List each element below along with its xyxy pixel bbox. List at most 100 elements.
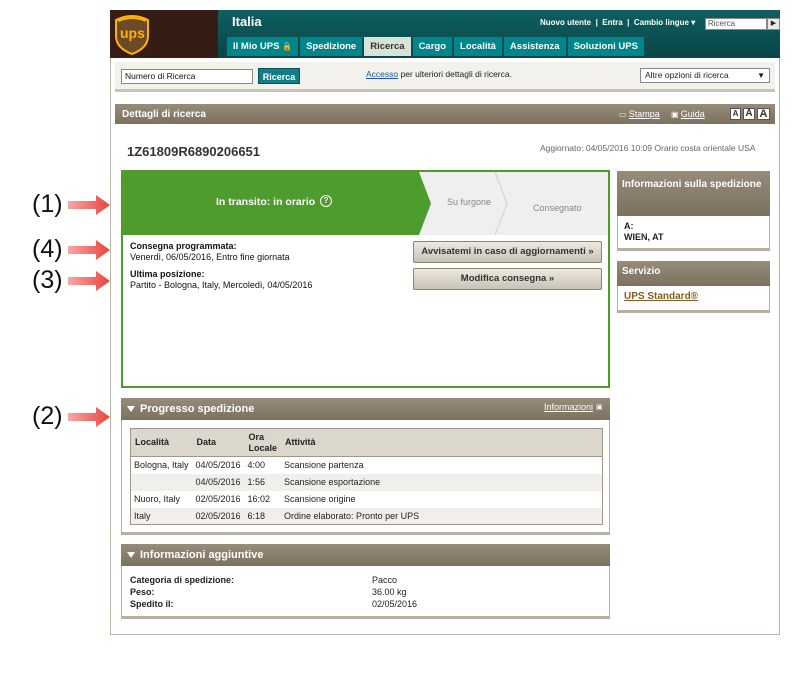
nav-tab-support[interactable]: Assistenza [503,37,566,56]
last-location-value: Partito - Bologna, Italy, Mercoledì, 04/… [130,280,313,290]
top-search-input[interactable]: Ricerca [705,18,767,30]
additional-section-body [121,566,610,619]
nav-tab-cargo[interactable]: Cargo [412,37,453,56]
annotation-arrow-3 [68,271,110,291]
category-label: Categoria di spedizione: [130,575,235,585]
top-links: Nuovo utente | Entra | Cambio lingue ▾ [540,18,695,27]
scheduled-delivery-label: Consegna programmata: [130,241,237,251]
separator: | [624,18,634,27]
guide-label: Guida [680,109,705,119]
tracking-number-input[interactable]: Numero di Ricerca [121,69,253,84]
service-link[interactable]: UPS Standard® [624,291,698,302]
shipment-info-body: A: WIEN, AT [617,216,770,251]
header-logo-area: ups [110,10,218,58]
country-title: Italia [232,14,262,29]
new-user-link[interactable]: Nuovo utente [540,18,591,27]
track-button[interactable]: Ricerca [258,68,300,84]
print-link[interactable]: ▭ Stampa [619,109,660,119]
cell-date: 02/05/2016 [195,494,241,504]
annotation-arrow-2 [68,407,110,427]
access-link[interactable]: Accesso [366,69,398,79]
destination-value: WIEN, AT [624,232,664,242]
status-step-delivered: Consegnato [533,203,582,213]
shipped-label: Spedito il: [130,599,174,609]
nav-tab-locations[interactable]: Località [454,37,502,56]
cell-time: 4:00 [247,460,266,471]
collapse-triangle-icon[interactable] [127,406,135,412]
top-search-button[interactable]: ▶ [767,18,780,30]
col-header-date: Data [192,428,245,457]
cell-location: Bologna, Italy [134,460,189,471]
col-header-location: Località [130,428,193,457]
chevron-down-icon: ▾ [691,18,696,27]
print-label: Stampa [628,109,660,119]
cell-activity: Scansione origine [284,494,356,504]
cell-location: Nuoro, Italy [134,494,181,504]
annotation-label-3: (3) [32,266,63,294]
nav-tab-shipping[interactable]: Spedizione [300,37,363,56]
notify-me-button[interactable]: Avvisatemi in caso di aggiornamenti » [413,241,602,263]
cell-date: 04/05/2016 [195,460,241,471]
table-row: Bologna, Italy 04/05/2016 4:00 Scansione… [131,457,603,474]
annotation-label-1: (1) [32,190,63,218]
main-nav: Il Mio UPS 🔒 Spedizione Ricerca Cargo Lo… [227,37,644,56]
font-size-large-button[interactable]: A [757,108,770,120]
progress-info-link[interactable]: Informazioni [544,402,593,412]
annotation-arrow-1 [68,195,110,215]
cell-activity: Scansione esportazione [281,473,603,491]
shipment-info-header: Informazioni sulla spedizione [617,171,770,216]
destination-label: A: [624,221,634,231]
progress-table-header-row: Località Data Ora Locale Attività [130,428,603,457]
col-header-activity: Attività [281,428,603,457]
weight-label: Peso: [130,587,155,597]
service-header: Servizio [617,261,770,286]
additional-section-title: Informazioni aggiuntive [140,549,264,561]
login-link[interactable]: Entra [602,18,622,27]
updated-timestamp: Aggiornato: 04/05/2016 10:09 Orario cost… [540,143,756,153]
more-options-label: Altre opzioni di ricerca [645,70,729,80]
scheduled-delivery-value: Venerdì, 06/05/2016, Entro fine giornata [130,252,290,262]
progress-table: Località Data Ora Locale Attività Bologn… [130,428,603,525]
logo-text: ups [120,25,145,41]
font-size-small-button[interactable]: A [730,108,741,120]
chevron-down-icon: ▼ [757,71,765,80]
nav-tab-solutions[interactable]: Soluzioni UPS [567,37,644,56]
print-icon: ▭ [619,110,629,119]
language-link[interactable]: Cambio lingue [634,18,689,27]
help-icon[interactable]: ? [320,195,332,207]
nav-tab-tracking[interactable]: Ricerca [364,37,411,56]
modify-delivery-button[interactable]: Modifica consegna » [413,268,602,290]
status-step-out-for-delivery: Su furgone [447,197,492,207]
more-options-select[interactable]: Altre opzioni di ricerca ▼ [640,68,770,83]
cell-location [130,473,193,491]
nav-tab-my-ups[interactable]: Il Mio UPS 🔒 [227,37,299,56]
service-body: UPS Standard® [617,286,770,313]
last-location-label: Ultima posizione: [130,269,205,279]
play-arrow-icon: ▶ [770,20,777,27]
cell-time: 16:02 [247,494,271,504]
font-size-medium-button[interactable]: A [743,108,755,120]
annotation-arrow-4 [68,240,110,260]
cell-activity: Ordine elaborato: Pronto per UPS [281,507,603,525]
annotation-label-2: (2) [32,402,63,430]
details-title: Dettagli di ricerca [122,109,206,120]
cell-location: Italy [130,507,193,525]
collapse-triangle-icon[interactable] [127,552,135,558]
cell-date: 02/05/2016 [192,507,245,525]
annotation-label-4: (4) [32,235,63,263]
guide-link[interactable]: ▣ Guida [671,109,705,119]
cell-date: 04/05/2016 [192,473,245,491]
separator: | [593,18,603,27]
tracking-number: 1Z61809R6890206651 [127,144,261,159]
weight-value: 36.00 kg [372,587,407,597]
lock-icon: 🔒 [282,42,293,51]
cell-time: 6:18 [244,507,282,525]
shipped-value: 02/05/2016 [372,599,418,609]
cell-activity: Scansione partenza [284,460,364,471]
access-text: Accesso per ulteriori dettagli di ricerc… [366,69,512,79]
table-row: Nuoro, Italy 02/05/2016 16:02 Scansione … [131,491,603,508]
table-row: Italy 02/05/2016 6:18 Ordine elaborato: … [130,507,603,525]
info-icon[interactable]: ▣ [596,403,603,411]
status-current-label: In transito: in orario [216,196,316,208]
nav-tab-label: Il Mio UPS [233,41,280,52]
